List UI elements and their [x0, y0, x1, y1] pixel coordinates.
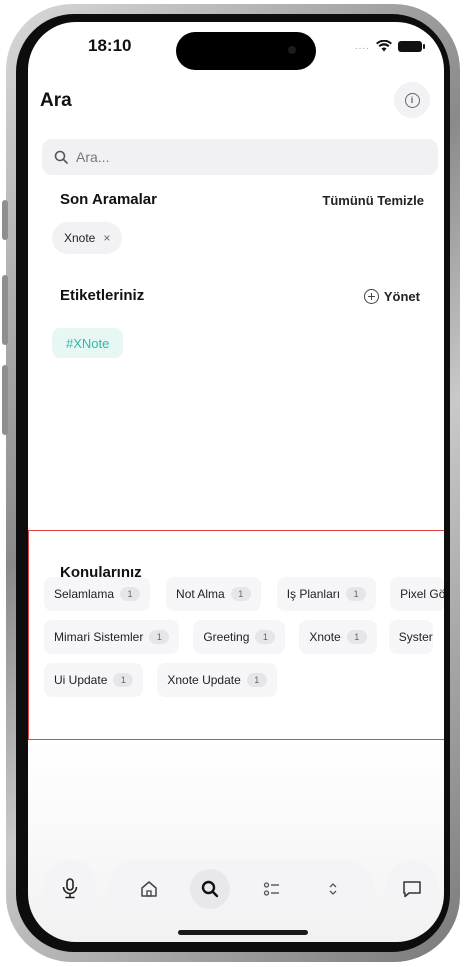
clear-all-button[interactable]: Tümünü Temizle: [322, 193, 424, 208]
search-input[interactable]: [74, 148, 378, 166]
search-icon: [54, 150, 68, 164]
recent-search-label: Xnote: [64, 231, 96, 245]
topic-count: 1: [246, 673, 267, 687]
chat-button[interactable]: [386, 860, 438, 918]
home-icon: [141, 881, 157, 897]
topic-chip[interactable]: Mimari Sistemler 1: [44, 620, 180, 654]
topic-chip[interactable]: Iş Planları 1: [276, 577, 377, 611]
topic-row: Selamlama 1 Not Alma 1 Iş Planları 1 Pixel …: [44, 577, 444, 611]
topic-count: 1: [346, 587, 367, 601]
topic-chip[interactable]: Xnote Update 1: [157, 663, 277, 697]
topic-chip[interactable]: Ui Update 1: [44, 663, 144, 697]
manage-label: Yönet: [383, 289, 420, 304]
checklist-icon: [263, 882, 279, 896]
topic-label: Iş Planları: [286, 587, 341, 601]
chevron-updown-icon: [329, 883, 337, 895]
recent-search-chip[interactable]: Xnote ×: [52, 222, 123, 254]
page-title: Ara: [40, 90, 72, 111]
manage-tags-button[interactable]: Yönet: [363, 289, 420, 304]
topic-label: Mimari Sistemler: [54, 630, 144, 644]
recent-searches-title: Son Aramalar: [60, 191, 157, 208]
battery-icon: [398, 40, 425, 52]
home-indicator: [178, 930, 308, 935]
nav-search[interactable]: [190, 869, 231, 909]
tag-chip[interactable]: #XNote: [52, 328, 124, 358]
info-button[interactable]: i: [394, 82, 430, 118]
topic-label: Xnote: [309, 630, 341, 644]
side-button-action: [2, 200, 8, 240]
bottom-nav-bar: [108, 860, 374, 918]
topic-chip[interactable]: Selamlama 1: [44, 577, 151, 611]
info-icon: i: [404, 92, 420, 108]
topic-label: Syster: [398, 630, 433, 644]
topic-count: 1: [346, 630, 367, 644]
camera-icon: [288, 46, 296, 54]
topic-chip[interactable]: Syster: [388, 620, 433, 654]
microphone-icon: [62, 878, 78, 899]
microphone-button[interactable]: [44, 860, 96, 918]
side-button-volume-up: [2, 275, 8, 345]
screen: 18:10 .... Ara i Son Aramalar Tümünü Tem…: [28, 22, 444, 942]
topic-label: Xnote Update: [167, 673, 241, 687]
topic-row: Mimari Sistemler 1 Greeting 1 Xnote 1 Syste…: [44, 620, 433, 654]
status-time: 18:10: [88, 36, 132, 55]
tags-title: Etiketleriniz: [60, 287, 145, 304]
search-icon: [202, 880, 219, 898]
nav-expand[interactable]: [313, 869, 353, 909]
topic-label: Greeting: [203, 630, 250, 644]
topic-chip[interactable]: Xnote 1: [299, 620, 377, 654]
topic-row: Ui Update 1 Xnote Update 1: [44, 663, 277, 697]
signal-icon: ....: [354, 40, 370, 52]
close-icon[interactable]: ×: [103, 231, 110, 245]
status-icons: ....: [354, 40, 425, 52]
topic-label: Ui Update: [54, 673, 108, 687]
topic-chip[interactable]: Not Alma 1: [166, 577, 261, 611]
dynamic-island: [176, 32, 316, 70]
add-circle-icon: [363, 289, 379, 304]
topic-count: 1: [120, 587, 141, 601]
search-bar[interactable]: [42, 139, 438, 175]
topic-label: Selamlama: [54, 587, 115, 601]
topic-count: 1: [230, 587, 251, 601]
wifi-icon: [376, 40, 392, 52]
side-button-volume-down: [2, 365, 8, 435]
topic-count: 1: [255, 630, 276, 644]
topic-count: 1: [113, 673, 134, 687]
nav-home[interactable]: [129, 869, 169, 909]
chat-icon: [403, 881, 421, 898]
topic-count: 1: [149, 630, 170, 644]
topic-label: Pixel Gö: [400, 587, 444, 601]
nav-checklist[interactable]: [252, 869, 292, 909]
topic-chip[interactable]: Greeting 1: [193, 620, 286, 654]
topic-label: Not Alma: [176, 587, 225, 601]
topic-chip[interactable]: Pixel Gö: [390, 577, 444, 611]
